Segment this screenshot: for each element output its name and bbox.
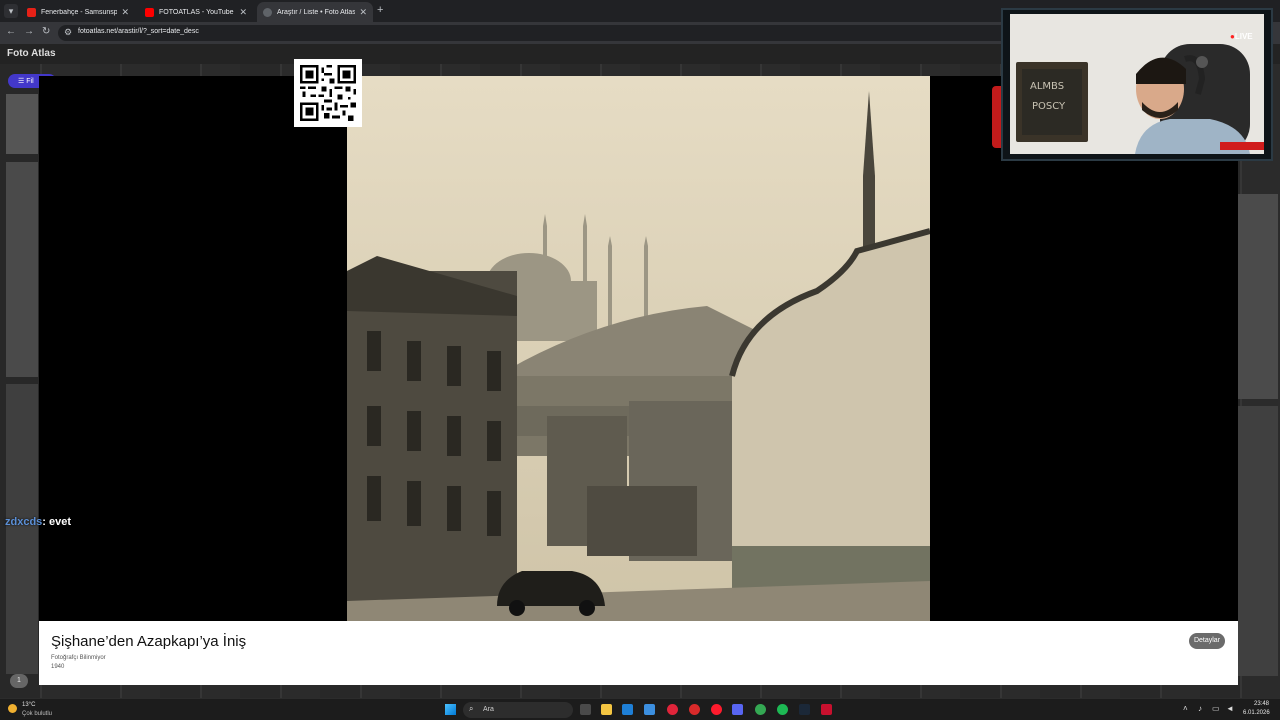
- qr-code: [294, 59, 362, 127]
- mail-icon[interactable]: [644, 704, 655, 715]
- chevron-up-icon[interactable]: ˄: [1183, 704, 1188, 713]
- volume-icon[interactable]: ◄: [1226, 704, 1234, 713]
- taskbar-search[interactable]: ⌕ Ara: [463, 702, 573, 718]
- chat-text: : evet: [42, 516, 72, 528]
- grid-thumbnail[interactable]: [6, 384, 38, 674]
- chat-message: zdxcds: evet: [5, 516, 71, 528]
- site-title[interactable]: Foto Atlas: [7, 48, 56, 59]
- live-badge: ●LIVE: [1230, 32, 1253, 41]
- filter-label: Fil: [26, 78, 34, 85]
- streamer-webcam-image: ALMBS POSCY: [1010, 14, 1264, 154]
- clock-time[interactable]: 23:48: [1254, 701, 1269, 707]
- address-url: fotoatlas.net/arastir/l/?_sort=date_desc: [78, 28, 199, 35]
- grid-thumbnail[interactable]: [1238, 194, 1278, 399]
- grid-thumbnail[interactable]: [1238, 406, 1278, 676]
- tab-foto-atlas[interactable]: Araştır / Liste • Foto Atlas ✕: [257, 2, 373, 22]
- live-label: LIVE: [1234, 32, 1253, 41]
- clock-date[interactable]: 6.01.2026: [1243, 710, 1270, 716]
- chrome-icon[interactable]: [755, 704, 766, 715]
- grid-thumbnail[interactable]: [6, 162, 38, 377]
- site-info-icon[interactable]: ⚙: [64, 27, 72, 38]
- app-icon-red[interactable]: [689, 704, 700, 715]
- tab-title: Fenerbahçe - Samsunspor Maç: [41, 8, 118, 16]
- chat-username: zdxcds: [5, 516, 43, 528]
- globe-favicon-icon: [263, 7, 272, 17]
- opera-icon[interactable]: [711, 704, 722, 715]
- new-tab-button[interactable]: +: [377, 4, 383, 16]
- close-tab-icon[interactable]: ✕: [359, 7, 367, 18]
- photo-lightbox: Şişhane’den Azapkapı’ya İniş Fotoğrafçı …: [39, 76, 1238, 685]
- file-explorer-icon[interactable]: [601, 704, 612, 715]
- microphone-icon[interactable]: ♪: [1198, 704, 1202, 713]
- search-placeholder: Ara: [483, 706, 494, 713]
- tab-search-button[interactable]: ▾: [4, 4, 18, 18]
- tab-fenerbahce[interactable]: Fenerbahçe - Samsunspor Maç ✕: [21, 2, 135, 22]
- tab-youtube[interactable]: FOTOATLAS - YouTube ✕: [139, 2, 253, 22]
- cloud-sun-icon: [8, 704, 17, 713]
- svg-text:ALMBS: ALMBS: [1030, 81, 1064, 92]
- istanbul-street-photo-image: [347, 76, 930, 621]
- close-tab-icon[interactable]: ✕: [239, 7, 247, 18]
- pagination-badge[interactable]: 1: [10, 674, 28, 688]
- photographer-label: Fotoğrafçı Bilinmiyor: [51, 655, 106, 661]
- app-icon-crimson[interactable]: [821, 704, 832, 715]
- opera-gx-icon[interactable]: [667, 704, 678, 715]
- webcam-feed: ALMBS POSCY: [1010, 14, 1264, 154]
- weather-condition: Çok bulutlu: [22, 711, 53, 717]
- historical-photo[interactable]: [347, 76, 930, 621]
- fenerbahce-favicon-icon: [27, 7, 36, 17]
- qr-code-icon: [300, 65, 356, 121]
- steam-icon[interactable]: [799, 704, 810, 715]
- tab-title: FOTOATLAS - YouTube: [159, 8, 234, 16]
- grid-thumbnail[interactable]: [6, 94, 38, 154]
- reload-button[interactable]: ↻: [42, 26, 50, 37]
- network-icon[interactable]: ▭: [1212, 704, 1220, 713]
- svg-text:POSCY: POSCY: [1032, 101, 1066, 112]
- close-tab-icon[interactable]: ✕: [121, 7, 129, 18]
- back-button[interactable]: ←: [6, 26, 16, 37]
- details-button[interactable]: Detaylar: [1189, 633, 1225, 649]
- tab-title: Araştır / Liste • Foto Atlas: [277, 8, 356, 16]
- menu-icon: ☰: [18, 78, 27, 85]
- windows-taskbar: 13°C Çok bulutlu ⌕ Ara ˄ ♪ ▭ ◄ 23:48 6.0…: [0, 698, 1280, 720]
- photo-caption-panel: Şişhane’den Azapkapı’ya İniş Fotoğrafçı …: [39, 621, 1238, 685]
- photo-title: Şişhane’den Azapkapı’ya İniş: [51, 633, 247, 650]
- photo-year: 1940: [51, 664, 65, 670]
- task-view-icon[interactable]: [580, 704, 591, 715]
- weather-temperature: 13°C: [22, 702, 36, 708]
- store-icon[interactable]: [622, 704, 633, 715]
- screen: ▾ Fenerbahçe - Samsunspor Maç ✕ FOTOATLA…: [0, 0, 1280, 720]
- stream-side-tab: [992, 86, 1001, 148]
- forward-button[interactable]: →: [24, 26, 34, 37]
- search-icon: ⌕: [469, 704, 474, 713]
- discord-icon[interactable]: [732, 704, 743, 715]
- address-bar[interactable]: ⚙ fotoatlas.net/arastir/l/?_sort=date_de…: [58, 25, 1018, 41]
- spotify-icon[interactable]: [777, 704, 788, 715]
- youtube-favicon-icon: [145, 7, 154, 17]
- windows-start-icon[interactable]: [445, 704, 456, 715]
